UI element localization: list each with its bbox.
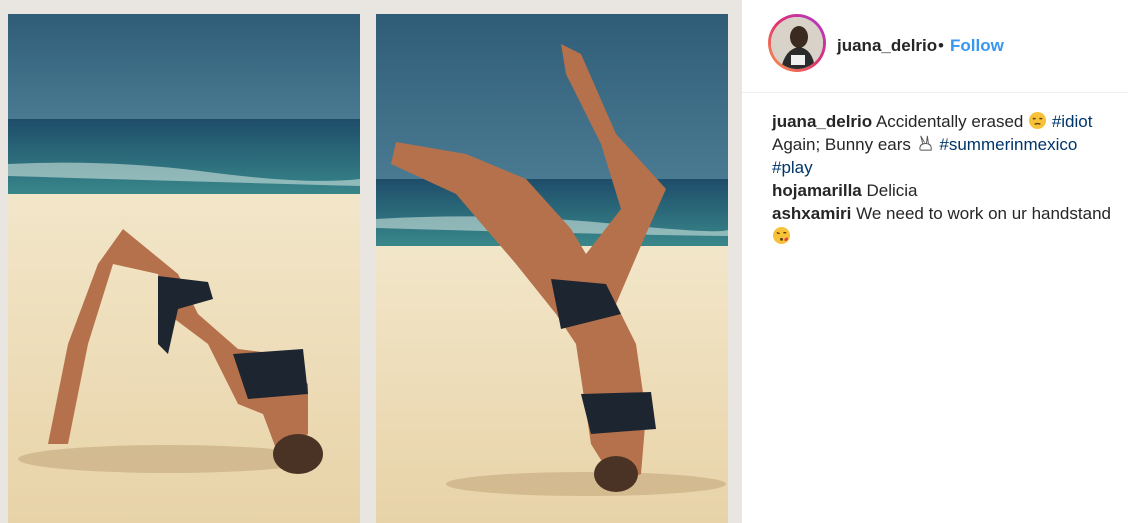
caption-text: Again; Bunny ears bbox=[772, 135, 911, 154]
post-header: juana_delrio • Follow bbox=[742, 0, 1128, 93]
photo-bridge-pose bbox=[8, 14, 360, 523]
comment-username[interactable]: hojamarilla bbox=[772, 181, 862, 200]
hashtag-link[interactable]: #idiot bbox=[1052, 112, 1093, 131]
comment-username[interactable]: ashxamiri bbox=[772, 204, 851, 223]
rabbit-icon bbox=[918, 135, 932, 151]
face-blowing-kiss-emoji-icon bbox=[772, 226, 791, 245]
unamused-face-emoji-icon bbox=[1029, 111, 1047, 130]
caption: juana_delrio Accidentally erased #idiot … bbox=[772, 110, 1122, 179]
separator-dot: • bbox=[938, 36, 944, 55]
hashtag-link[interactable]: #play bbox=[772, 158, 813, 177]
comment-text: We need to work on ur handstand bbox=[856, 204, 1111, 223]
story-ring[interactable] bbox=[768, 14, 826, 72]
caption-text: Accidentally erased bbox=[875, 112, 1024, 131]
comment-item: ashxamiri We need to work on ur handstan… bbox=[772, 202, 1122, 248]
follow-button[interactable]: Follow bbox=[950, 36, 1004, 56]
photo-handstand-pose bbox=[376, 14, 728, 523]
avatar[interactable] bbox=[771, 17, 823, 69]
caption-username[interactable]: juana_delrio bbox=[772, 112, 872, 131]
hashtag-link[interactable]: #summerinmexico bbox=[939, 135, 1077, 154]
post-media[interactable] bbox=[0, 0, 742, 523]
comment-item: hojamarilla Delicia bbox=[772, 179, 1122, 202]
comment-text: Delicia bbox=[866, 181, 918, 200]
comments-list: juana_delrio Accidentally erased #idiot … bbox=[772, 110, 1122, 248]
header-username[interactable]: juana_delrio bbox=[837, 36, 937, 56]
post-sidebar: juana_delrio • Follow juana_delrio Accid… bbox=[742, 0, 1128, 523]
